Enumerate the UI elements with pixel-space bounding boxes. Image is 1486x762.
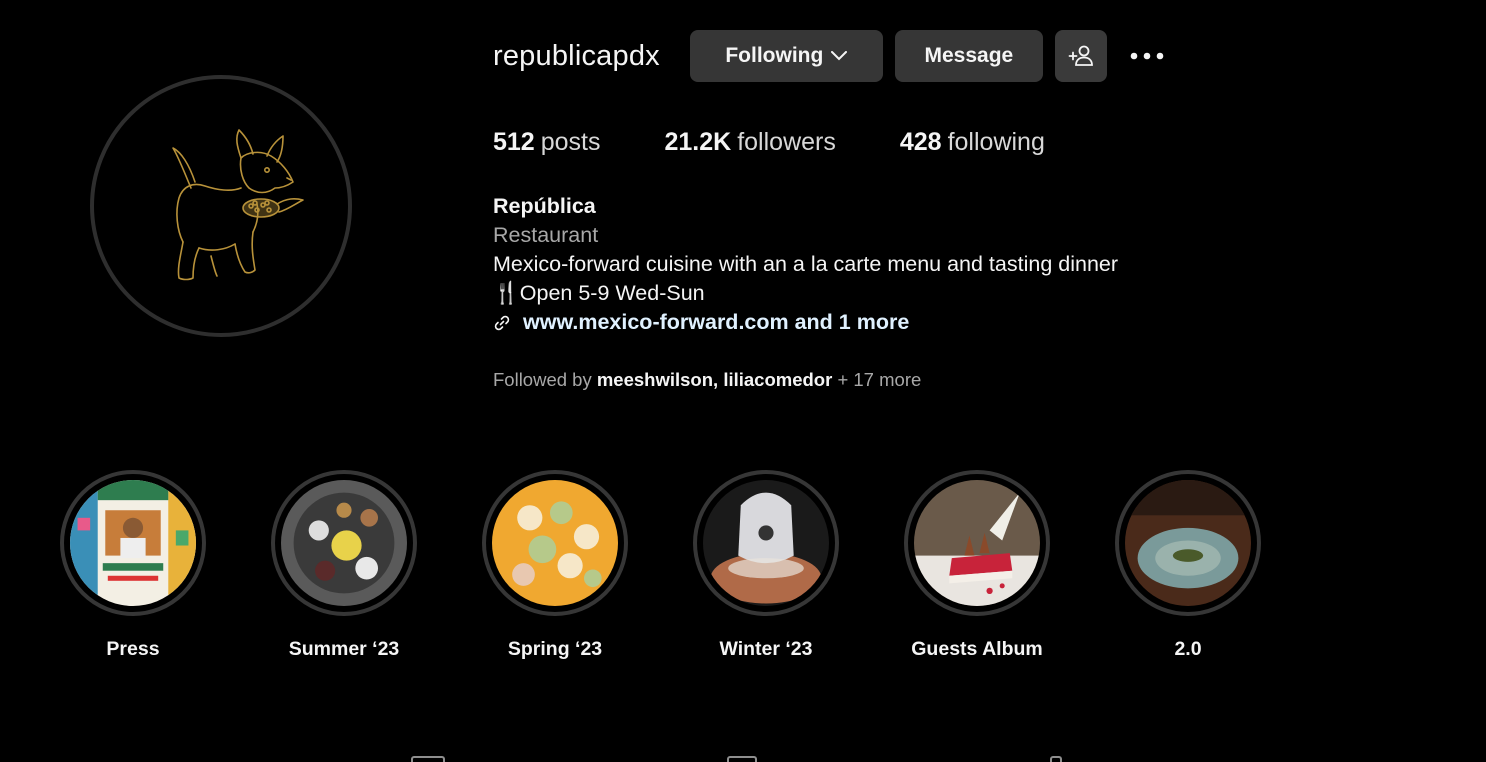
highlight-cover-image (281, 480, 407, 606)
highlight-spring-23[interactable]: Spring ‘23 (482, 470, 628, 661)
message-button[interactable]: Message (894, 30, 1043, 82)
highlight-label: Press (106, 638, 160, 660)
highlight-ring (1115, 470, 1261, 616)
highlight-label: Winter ‘23 (719, 638, 813, 660)
posts-count: 512 (493, 128, 535, 156)
bio-link[interactable]: www.mexico-forward.com and 1 more (493, 308, 1118, 337)
highlight-cover-image (914, 480, 1040, 606)
followers-count: 21.2K (664, 128, 732, 156)
profile-header: republicapdx Following Message (493, 30, 1165, 82)
posts-label: posts (540, 128, 601, 156)
followed-by-user-2[interactable]: liliacomedor (723, 369, 832, 390)
add-user-icon (1068, 45, 1093, 66)
highlight-label: 2.0 (1174, 638, 1202, 660)
message-button-label: Message (924, 44, 1014, 67)
posts-stat: 512 posts (493, 128, 600, 157)
more-dots-icon (1130, 52, 1164, 60)
following-stat[interactable]: 428 following (900, 128, 1045, 157)
highlight-cover-image (1125, 480, 1251, 606)
tagged-tab-icon[interactable] (1050, 756, 1062, 762)
highlight-cover-image (703, 480, 829, 606)
highlight-label: Spring ‘23 (507, 638, 603, 660)
followers-label: followers (737, 128, 836, 156)
more-options-button[interactable] (1129, 30, 1165, 82)
highlight-ring (482, 470, 628, 616)
following-button-label: Following (725, 44, 824, 67)
followed-by[interactable]: Followed by meeshwilson, liliacomedor + … (493, 369, 921, 391)
highlight-cover-image (492, 480, 618, 606)
followers-stat[interactable]: 21.2K followers (664, 128, 835, 157)
following-count: 428 (899, 128, 942, 156)
profile-avatar[interactable] (90, 75, 352, 337)
suggested-users-button[interactable] (1054, 30, 1107, 82)
highlight-press[interactable]: Press (60, 470, 206, 661)
highlight-label: Summer ‘23 (288, 638, 400, 660)
highlight-ring (904, 470, 1050, 616)
highlight-ring (60, 470, 206, 616)
bio-hours: 🍴Open 5-9 Wed-Sun (493, 281, 705, 305)
reels-tab-icon[interactable] (727, 756, 757, 762)
posts-tab-icon[interactable] (411, 756, 445, 762)
highlight-summer-23[interactable]: Summer ‘23 (271, 470, 417, 661)
profile-category: Restaurant (493, 223, 599, 247)
bio-description: Mexico-forward cuisine with an a la cart… (493, 252, 1119, 276)
highlight-winter-23[interactable]: Winter ‘23 (693, 470, 839, 661)
profile-bio: República Restaurant Mexico-forward cuis… (493, 192, 1118, 337)
story-highlights: Press Summer ‘23 Spring ‘23 Winter ‘23 G… (60, 470, 1326, 661)
dog-with-corn-logo-icon (172, 129, 304, 281)
highlight-label: Guests Album (911, 638, 1043, 660)
highlight-2-0[interactable]: 2.0 (1115, 470, 1261, 661)
username: republicapdx (493, 39, 660, 72)
highlight-ring (271, 470, 417, 616)
chevron-down-icon (831, 51, 848, 61)
followed-by-prefix: Followed by (493, 369, 592, 390)
followed-by-suffix: + 17 more (837, 369, 922, 390)
profile-stats: 512 posts 21.2K followers 428 following (493, 128, 1109, 157)
highlight-guests-album[interactable]: Guests Album (904, 470, 1050, 661)
profile-name: República (493, 194, 596, 218)
followed-by-user-1[interactable]: meeshwilson, (597, 369, 718, 390)
highlight-ring (693, 470, 839, 616)
following-label: following (947, 128, 1045, 156)
following-button[interactable]: Following (689, 30, 883, 82)
bio-link-text: www.mexico-forward.com and 1 more (523, 310, 910, 334)
link-icon (494, 315, 510, 330)
highlight-cover-image (70, 480, 196, 606)
